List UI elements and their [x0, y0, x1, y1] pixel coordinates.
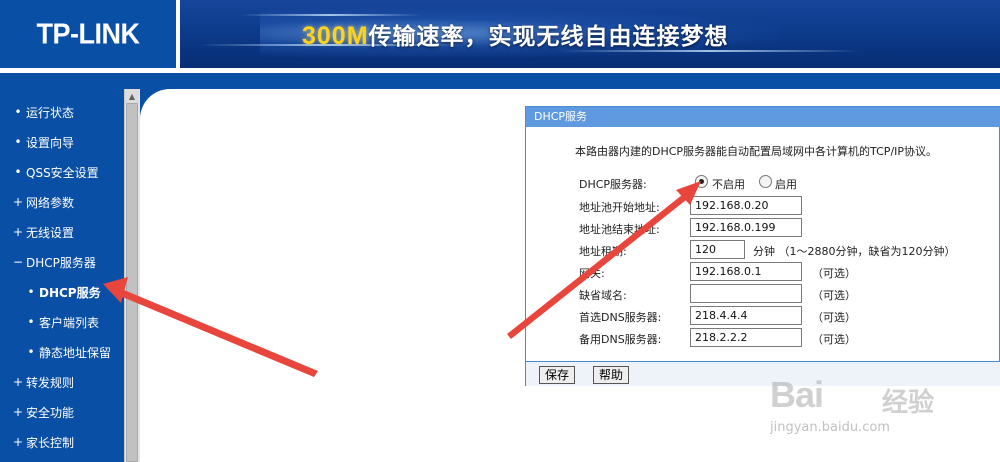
end-ip-label: 地址池结束地址: — [579, 223, 660, 236]
sidebar-item-dhcp-service[interactable]: • DHCP服务 — [0, 281, 101, 303]
scroll-up-icon[interactable]: ▲ — [125, 89, 139, 103]
bullet-icon: • — [14, 105, 22, 119]
sidebar-item-parental-control[interactable]: + 家长控制 — [0, 431, 74, 453]
tp-link-logo: TP-LINK — [0, 0, 176, 68]
collapse-icon: − — [12, 255, 24, 269]
sidebar-item-label: QSS安全设置 — [26, 165, 99, 180]
domain-input[interactable] — [690, 284, 802, 303]
lease-label: 地址租期: — [579, 245, 627, 258]
sidebar-item-qss[interactable]: • QSS安全设置 — [0, 161, 99, 183]
start-ip-input[interactable] — [690, 196, 802, 215]
sidebar-item-client-list[interactable]: • 客户端列表 — [0, 311, 99, 333]
lease-hint: 分钟 （1～2880分钟，缺省为120分钟） — [753, 245, 956, 258]
sidebar-item-network[interactable]: + 网络参数 — [0, 191, 74, 213]
dhcp-disable-label[interactable]: 不启用 — [712, 176, 745, 192]
expand-icon: + — [12, 375, 24, 389]
domain-label: 缺省域名: — [579, 289, 627, 302]
primary-dns-row: 首选DNS服务器: （可选） — [526, 305, 1000, 327]
sidebar-item-label: 安全功能 — [26, 405, 75, 420]
dhcp-settings-panel: DHCP服务 本路由器内建的DHCP服务器能自动配置局域网中各计算机的TCP/I… — [525, 106, 1000, 386]
sidebar-item-label: 无线设置 — [26, 225, 75, 240]
dhcp-server-label: DHCP服务器: — [579, 178, 647, 191]
expand-icon: + — [12, 405, 24, 419]
gateway-input[interactable] — [690, 262, 802, 281]
sidebar-item-label: 网络参数 — [26, 195, 75, 210]
sidebar-item-forwarding[interactable]: + 转发规则 — [0, 371, 74, 393]
primary-dns-input[interactable] — [690, 306, 802, 325]
sidebar-item-setup-wizard[interactable]: • 设置向导 — [0, 131, 74, 153]
domain-optional-hint: （可选） — [812, 289, 856, 302]
sidebar-item-label: 静态地址保留 — [39, 345, 112, 360]
router-admin-page: TP-LINK 300M传输速率，实现无线自由连接梦想 • 运行状态 • 设置向导 … — [0, 0, 1000, 462]
sidebar-item-label: 设置向导 — [26, 135, 75, 150]
dhcp-server-row: DHCP服务器: 不启用 启用 — [526, 172, 1000, 194]
primary-dns-optional-hint: （可选） — [812, 311, 856, 324]
start-ip-label: 地址池开始地址: — [579, 201, 660, 214]
logo-text: TP-LINK — [36, 17, 140, 50]
bullet-icon: • — [14, 135, 22, 149]
banner-slogan: 300M传输速率，实现无线自由连接梦想 — [302, 17, 729, 51]
sidebar-item-label: DHCP服务器 — [26, 255, 96, 270]
panel-title: DHCP服务 — [526, 107, 1000, 127]
secondary-dns-row: 备用DNS服务器: （可选） — [526, 327, 1000, 349]
sidebar-item-label: 客户端列表 — [39, 315, 100, 330]
frame-top-bar — [0, 73, 1000, 89]
start-ip-row: 地址池开始地址: — [526, 195, 1000, 217]
bullet-icon: • — [27, 285, 35, 299]
gateway-label: 网关: — [579, 267, 605, 280]
header-banner: 300M传输速率，实现无线自由连接梦想 — [180, 0, 1000, 68]
end-ip-row: 地址池结束地址: — [526, 217, 1000, 239]
lease-input[interactable] — [690, 240, 745, 259]
expand-icon: + — [12, 435, 24, 449]
dhcp-enable-radio[interactable] — [759, 175, 772, 188]
sidebar-item-label: 运行状态 — [26, 105, 75, 120]
banner-slogan-text: 传输速率，实现无线自由连接梦想 — [368, 24, 729, 50]
sidebar-item-label: 家长控制 — [26, 435, 75, 450]
sidebar-item-security[interactable]: + 安全功能 — [0, 401, 74, 423]
secondary-dns-input[interactable] — [690, 328, 802, 347]
bullet-icon: • — [27, 315, 35, 329]
bullet-icon: • — [14, 165, 22, 179]
lease-row: 地址租期: 分钟 （1～2880分钟，缺省为120分钟） — [526, 239, 1000, 261]
sidebar-item-status[interactable]: • 运行状态 — [0, 101, 74, 123]
dhcp-disable-radio[interactable] — [695, 175, 708, 188]
gateway-optional-hint: （可选） — [812, 267, 856, 280]
panel-footer: 保存 帮助 — [526, 361, 1000, 386]
sidebar-item-dhcp-server[interactable]: − DHCP服务器 — [0, 251, 96, 273]
gateway-row: 网关: （可选） — [526, 261, 1000, 283]
panel-description: 本路由器内建的DHCP服务器能自动配置局域网中各计算机的TCP/IP协议。 — [575, 145, 938, 158]
help-button[interactable]: 帮助 — [593, 366, 630, 384]
expand-icon: + — [12, 225, 24, 239]
scrollbar-thumb[interactable] — [126, 103, 138, 462]
domain-row: 缺省域名: （可选） — [526, 283, 1000, 305]
end-ip-input[interactable] — [690, 218, 802, 237]
secondary-dns-label: 备用DNS服务器: — [579, 333, 662, 346]
sidebar-item-label: 转发规则 — [26, 375, 75, 390]
banner-streak — [240, 14, 420, 16]
sidebar-item-wireless[interactable]: + 无线设置 — [0, 221, 74, 243]
bullet-icon: • — [27, 345, 35, 359]
banner-speed: 300M — [302, 22, 369, 50]
primary-dns-label: 首选DNS服务器: — [579, 311, 662, 324]
save-button[interactable]: 保存 — [539, 366, 576, 384]
expand-icon: + — [12, 195, 24, 209]
secondary-dns-optional-hint: （可选） — [812, 333, 856, 346]
dhcp-enable-label[interactable]: 启用 — [775, 176, 797, 192]
sidebar-item-static-address[interactable]: • 静态地址保留 — [0, 341, 111, 363]
sidebar-item-label: DHCP服务 — [39, 285, 101, 300]
